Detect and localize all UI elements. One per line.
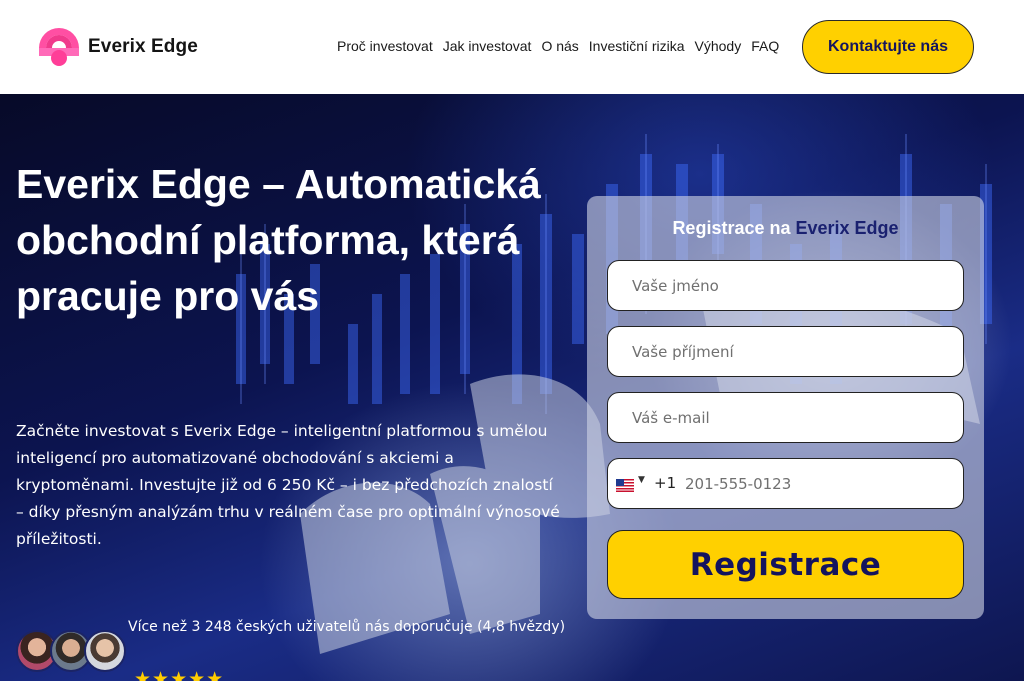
- main-nav: Proč investovat Jak investovat O nás Inv…: [337, 38, 789, 54]
- email-field: [607, 392, 964, 443]
- last-name-input[interactable]: [608, 327, 963, 376]
- nav-link-benefits[interactable]: Výhody: [695, 38, 742, 54]
- nav-link-about[interactable]: O nás: [541, 38, 578, 54]
- recommendation-text: Více než 3 248 českých uživatelů nás dop…: [128, 619, 566, 635]
- hero-section: Everix Edge – Automatická obchodní platf…: [0, 94, 1024, 681]
- contact-button[interactable]: Kontaktujte nás: [802, 20, 974, 74]
- hero-title: Everix Edge – Automatická obchodní platf…: [16, 161, 541, 319]
- us-flag-icon[interactable]: [616, 477, 634, 492]
- phone-field: ▼ +1: [607, 458, 964, 509]
- country-dropdown-caret-icon[interactable]: ▼: [638, 475, 645, 485]
- nav-link-risks[interactable]: Investiční rizika: [589, 38, 685, 54]
- first-name-input[interactable]: [608, 261, 963, 310]
- logo[interactable]: Everix Edge: [38, 26, 198, 68]
- last-name-field: [607, 326, 964, 377]
- nav-link-how-invest[interactable]: Jak investovat: [443, 38, 532, 54]
- hero-description: Začněte investovat s Everix Edge – intel…: [16, 422, 560, 548]
- register-button[interactable]: Registrace: [607, 530, 964, 599]
- user-avatars: [16, 630, 126, 674]
- phone-country-code: +1: [654, 474, 677, 492]
- form-title: Registrace na Everix Edge: [587, 218, 984, 239]
- registration-form: Registrace na Everix Edge ▼ +1: [587, 196, 984, 619]
- first-name-field: [607, 260, 964, 311]
- nav-link-why-invest[interactable]: Proč investovat: [337, 38, 433, 54]
- nav-link-faq[interactable]: FAQ: [751, 38, 779, 54]
- form-title-prefix: Registrace na: [672, 218, 796, 238]
- avatar: [84, 630, 126, 672]
- site-header: Everix Edge Proč investovat Jak investov…: [0, 0, 1024, 94]
- email-input[interactable]: [608, 393, 963, 442]
- form-title-brand: Everix Edge: [795, 218, 899, 238]
- logo-text: Everix Edge: [88, 36, 198, 57]
- rating-stars: ★★★★★: [134, 668, 225, 681]
- rainbow-logo-icon: [38, 26, 80, 68]
